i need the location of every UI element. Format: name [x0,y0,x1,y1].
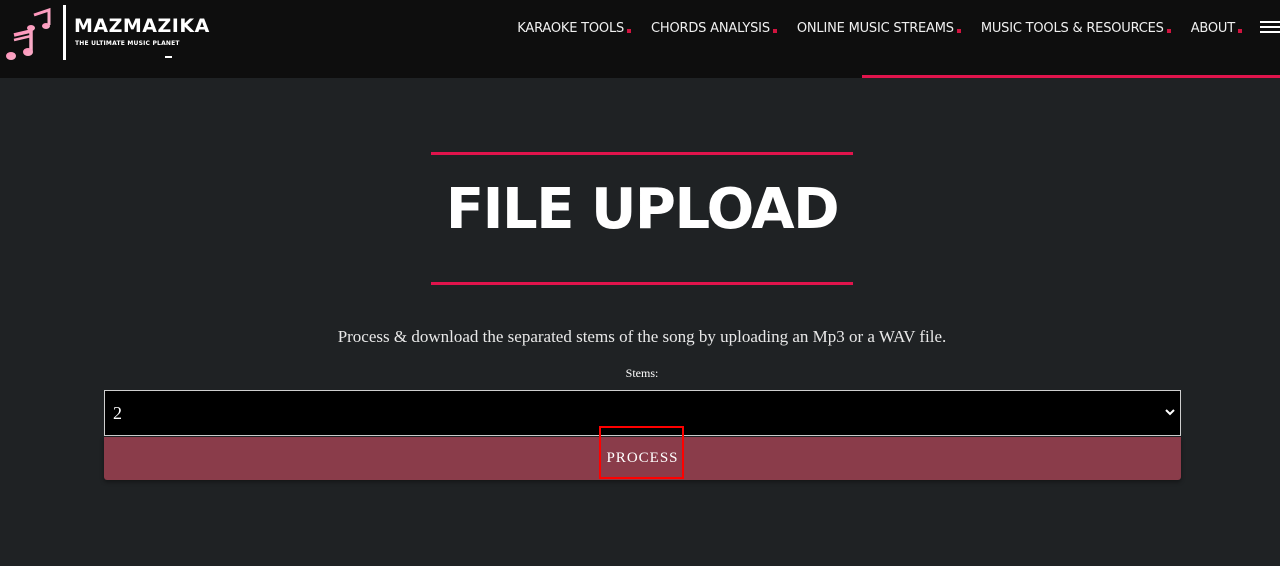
active-nav-underline [862,75,1280,78]
logo-underline-dash [165,56,172,58]
nav-item-karaoke-tools[interactable]: KARAOKE TOOLS [517,21,632,36]
stems-select-value: 2 [113,403,122,423]
title-rule-top [431,152,853,155]
page-description: Process & download the separated stems o… [337,327,947,346]
process-button-label: PROCESS [606,450,679,466]
nav-label: ABOUT [1190,21,1235,36]
nav-item-online-music-streams[interactable]: ONLINE MUSIC STREAMS [797,21,961,36]
site-header: MAZMAZIKA THE ULTIMATE MUSIC PLANET KARA… [0,0,1280,78]
chevron-down-icon [1165,409,1175,416]
title-rule-bottom [431,282,853,285]
nav-label: KARAOKE TOOLS [517,21,625,36]
nav-label: CHORDS ANALYSIS [651,21,770,36]
nav-dot [1166,29,1171,33]
nav-dot [956,29,961,33]
stems-label: Stems: [625,366,659,380]
logo-divider [63,5,66,60]
site-logo[interactable]: MAZMAZIKA THE ULTIMATE MUSIC PLANET [6,5,236,63]
brand-tagline: THE ULTIMATE MUSIC PLANET [75,40,180,47]
nav-item-about[interactable]: ABOUT [1191,21,1242,36]
nav-item-chords-analysis[interactable]: CHORDS ANALYSIS [651,21,777,36]
nav-dot [1238,29,1242,33]
hamburger-menu-icon[interactable] [1260,21,1280,35]
brand-name: MAZMAZIKA [74,15,210,37]
nav-dot [627,29,632,33]
stems-select[interactable]: 2 [104,390,1181,436]
page-title: FILE UPLOAD [445,177,840,242]
nav-item-music-tools-resources[interactable]: MUSIC TOOLS & RESOURCES [981,21,1171,36]
nav-label: MUSIC TOOLS & RESOURCES [980,21,1164,36]
nav-dot [772,29,777,33]
main-nav: KARAOKE TOOLS CHORDS ANALYSIS ONLINE MUS… [497,21,1242,36]
nav-label: ONLINE MUSIC STREAMS [796,21,954,36]
process-button[interactable]: PROCESS [104,437,1181,480]
music-notes-icon [6,7,51,60]
